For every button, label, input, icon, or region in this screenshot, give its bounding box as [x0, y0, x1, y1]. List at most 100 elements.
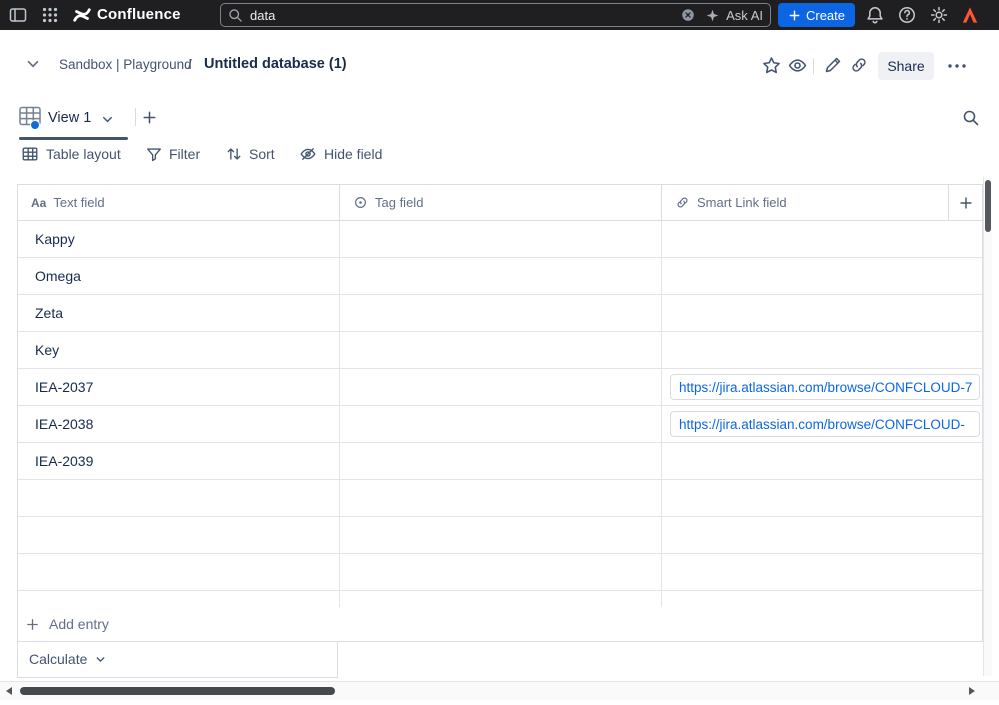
cell-text[interactable]: IEA-2037	[18, 369, 340, 405]
cell-text[interactable]: IEA-2038	[18, 406, 340, 442]
more-actions-icon[interactable]	[946, 57, 968, 75]
cell-text[interactable]	[18, 554, 340, 590]
search-input-value[interactable]: data	[250, 8, 275, 23]
smart-link-url[interactable]: https://jira.atlassian.com/browse/CONFCL…	[679, 417, 965, 432]
create-button[interactable]: Create	[778, 3, 855, 27]
smart-link-card[interactable]: https://jira.atlassian.com/browse/CONFCL…	[670, 411, 980, 437]
view-chevron-down-icon[interactable]	[100, 112, 115, 127]
smart-link-url[interactable]: https://jira.atlassian.com/browse/CONFCL…	[679, 380, 972, 395]
help-icon[interactable]	[897, 5, 917, 25]
tab-view-1[interactable]: View 1	[48, 110, 91, 126]
column-label: Tag field	[375, 195, 424, 210]
cell-smart-link[interactable]	[662, 332, 982, 368]
cell-smart-link[interactable]	[662, 517, 982, 553]
cell-text[interactable]	[18, 517, 340, 553]
hide-field-button[interactable]: Hide field	[324, 146, 382, 162]
column-label: Text field	[53, 195, 105, 210]
app-switcher-icon[interactable]	[40, 5, 60, 25]
smart-link-card[interactable]: https://jira.atlassian.com/browse/CONFCL…	[670, 374, 980, 400]
clear-search-icon[interactable]	[680, 7, 696, 23]
add-view-icon[interactable]	[141, 109, 158, 126]
cell-tag[interactable]	[340, 591, 662, 607]
vertical-scrollbar-thumb[interactable]	[985, 180, 991, 232]
sort-button[interactable]: Sort	[249, 146, 275, 162]
hide-field-icon	[299, 145, 317, 163]
cell-tag[interactable]	[340, 258, 662, 294]
cell-smart-link[interactable]	[662, 221, 982, 257]
global-search-bar[interactable]: data Ask AI	[220, 3, 771, 27]
calculate-button[interactable]: Calculate	[17, 641, 338, 678]
cell-tag[interactable]	[340, 369, 662, 405]
column-header-smart-link-field[interactable]: Smart Link field	[662, 185, 949, 220]
column-header-tag-field[interactable]: Tag field	[340, 185, 662, 220]
table-row	[18, 517, 982, 554]
plus-icon	[959, 196, 972, 209]
table-body: Kappy Omega Zeta Key IEA-2037 https://ji…	[18, 221, 982, 607]
cell-text[interactable]: IEA-2039	[18, 443, 340, 479]
cell-smart-link[interactable]: https://jira.atlassian.com/browse/CONFCL…	[662, 406, 982, 442]
active-tab-indicator	[19, 137, 128, 140]
cell-tag[interactable]	[340, 295, 662, 331]
cell-smart-link[interactable]	[662, 554, 982, 590]
add-entry-button[interactable]: Add entry	[18, 607, 982, 642]
cell-tag[interactable]	[340, 517, 662, 553]
cell-tag[interactable]	[340, 480, 662, 516]
table-row	[18, 554, 982, 591]
table-row: Key	[18, 332, 982, 369]
find-in-view-icon[interactable]	[961, 108, 981, 128]
copy-link-icon[interactable]	[849, 55, 869, 75]
column-header-text-field[interactable]: Aa Text field	[18, 185, 340, 220]
app-name[interactable]: Confluence	[97, 6, 181, 23]
content-tree-expand-icon[interactable]	[24, 55, 42, 73]
cell-smart-link[interactable]	[662, 295, 982, 331]
cell-text[interactable]: Kappy	[18, 221, 340, 257]
add-entry-label: Add entry	[49, 616, 109, 632]
cell-tag[interactable]	[340, 443, 662, 479]
cell-text[interactable]: Zeta	[18, 295, 340, 331]
cell-text[interactable]	[18, 480, 340, 516]
sparkle-ai-icon	[705, 8, 720, 23]
table-layout-button[interactable]: Table layout	[46, 146, 121, 162]
plus-icon	[788, 9, 801, 22]
table-row: IEA-2037 https://jira.atlassian.com/brow…	[18, 369, 982, 406]
cell-tag[interactable]	[340, 554, 662, 590]
star-favorite-icon[interactable]	[761, 55, 782, 76]
share-button[interactable]: Share	[878, 52, 934, 80]
filter-button[interactable]: Filter	[169, 146, 200, 162]
profile-avatar[interactable]	[960, 5, 980, 25]
cell-smart-link[interactable]	[662, 443, 982, 479]
ask-ai-button[interactable]: Ask AI	[726, 8, 763, 23]
cell-text[interactable]: Omega	[18, 258, 340, 294]
table-row: IEA-2039	[18, 443, 982, 480]
cell-smart-link[interactable]: https://jira.atlassian.com/browse/CONFCL…	[662, 369, 982, 405]
table-row: Omega	[18, 258, 982, 295]
page-title[interactable]: Untitled database (1)	[204, 56, 347, 72]
confluence-logo-icon[interactable]	[72, 5, 92, 25]
cell-tag[interactable]	[340, 221, 662, 257]
share-button-label: Share	[887, 58, 925, 74]
horizontal-scrollbar[interactable]	[0, 681, 999, 700]
settings-gear-icon[interactable]	[929, 5, 949, 25]
notifications-bell-icon[interactable]	[865, 5, 885, 25]
cell-text[interactable]: Key	[18, 332, 340, 368]
table-row: IEA-2038 https://jira.atlassian.com/brow…	[18, 406, 982, 443]
scroll-left-arrow-icon[interactable]	[6, 687, 12, 695]
horizontal-scrollbar-thumb[interactable]	[20, 687, 335, 695]
create-button-label: Create	[805, 7, 846, 23]
sidebar-toggle-icon[interactable]	[8, 5, 28, 25]
cell-smart-link[interactable]	[662, 258, 982, 294]
cell-text[interactable]	[18, 591, 340, 607]
cell-smart-link[interactable]	[662, 480, 982, 516]
cell-tag[interactable]	[340, 406, 662, 442]
calculate-label: Calculate	[29, 651, 88, 667]
vertical-scrollbar[interactable]	[983, 177, 992, 676]
view-type-icon	[17, 103, 999, 130]
breadcrumb-space-link[interactable]: Sandbox | Playground	[59, 57, 192, 72]
table-row	[18, 480, 982, 517]
cell-tag[interactable]	[340, 332, 662, 368]
watch-eye-icon[interactable]	[787, 55, 808, 76]
cell-smart-link[interactable]	[662, 591, 982, 607]
edit-pencil-icon[interactable]	[823, 55, 843, 75]
scroll-right-arrow-icon[interactable]	[969, 687, 975, 695]
add-field-button[interactable]	[949, 185, 982, 220]
